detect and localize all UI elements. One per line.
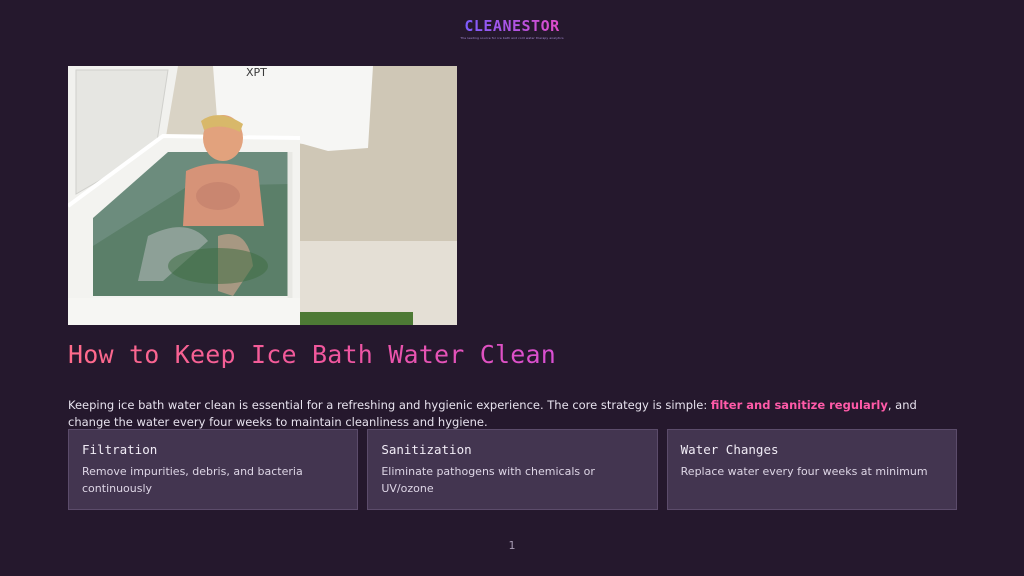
card-description: Remove impurities, debris, and bacteria …: [82, 465, 303, 495]
intro-highlight: filter and sanitize regularly: [710, 397, 888, 412]
strategy-cards: Filtration Remove impurities, debris, an…: [68, 429, 957, 510]
brand-logo: CLEANESTOR The leading source for ice ba…: [0, 16, 1024, 40]
card-title: Water Changes: [680, 442, 779, 457]
page-title: How to Keep Ice Bath Water Clean: [68, 340, 557, 369]
card-sanitization: Sanitization Eliminate pathogens with ch…: [367, 429, 658, 510]
ice-bath-photo: XPT: [68, 66, 457, 325]
card-title: Sanitization: [381, 442, 472, 457]
card-filtration: Filtration Remove impurities, debris, an…: [68, 429, 359, 510]
logo-tagline: The leading source for ice bath and cold…: [460, 36, 564, 40]
shirt-logo-text: XPT: [246, 66, 267, 79]
card-title: Filtration: [82, 442, 158, 457]
intro-paragraph: Keeping ice bath water clean is essentia…: [68, 397, 958, 431]
card-description: Eliminate pathogens with chemicals or UV…: [381, 465, 595, 495]
hero-image: XPT: [68, 66, 457, 325]
intro-text-start: Keeping ice bath water clean is essentia…: [68, 397, 711, 412]
logo-text: CLEANESTOR: [464, 17, 560, 35]
page-number: 1: [508, 539, 516, 552]
card-description: Replace water every four weeks at minimu…: [680, 465, 928, 478]
card-water-changes: Water Changes Replace water every four w…: [666, 429, 957, 510]
